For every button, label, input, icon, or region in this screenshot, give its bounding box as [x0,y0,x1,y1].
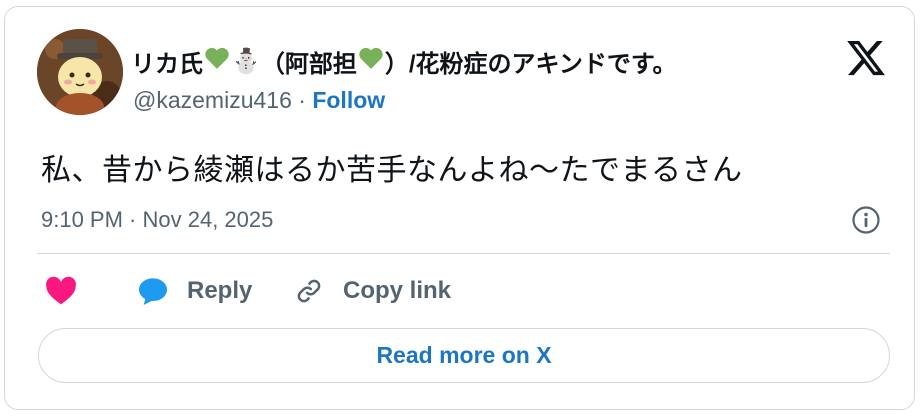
like-button[interactable] [45,273,95,309]
link-icon [297,279,321,303]
reply-bubble-icon [139,278,167,305]
info-icon[interactable] [851,205,881,235]
reply-button[interactable]: Reply [137,273,252,309]
display-name[interactable]: リカ氏 ⛄ （阿部担 ）/花粉症のアキンドです。 [131,43,676,79]
follow-button[interactable]: Follow [312,87,385,113]
divider [37,253,890,254]
green-heart-icon [204,46,230,77]
timestamp[interactable]: 9:10 PM · Nov 24, 2025 [41,207,273,233]
avatar[interactable] [37,29,123,115]
name-prefix: リカ氏 [131,50,203,78]
copy-link-button[interactable]: Copy link [293,273,451,309]
read-more-button[interactable]: Read more on X [38,328,890,383]
handle-row: @kazemizu416 · Follow [133,87,385,114]
separator: · [291,87,313,113]
handle[interactable]: @kazemizu416 [133,87,292,113]
green-heart-icon [358,46,384,77]
tweet-text: 私、昔から綾瀬はるか苦手なんよね〜たでまるさん [41,154,743,187]
tweet-card: リカ氏 ⛄ （阿部担 ）/花粉症のアキンドです。 @kazemizu416 · … [4,6,915,410]
name-middle: （阿部担 [260,50,357,78]
x-logo-icon[interactable] [845,37,887,79]
read-more-label: Read more on X [376,342,552,368]
snowman-icon: ⛄ [231,47,261,75]
heart-icon [46,276,76,305]
reply-label: Reply [187,277,253,304]
copy-link-label: Copy link [343,277,452,304]
name-suffix: ）/花粉症のアキンドです。 [384,50,677,78]
